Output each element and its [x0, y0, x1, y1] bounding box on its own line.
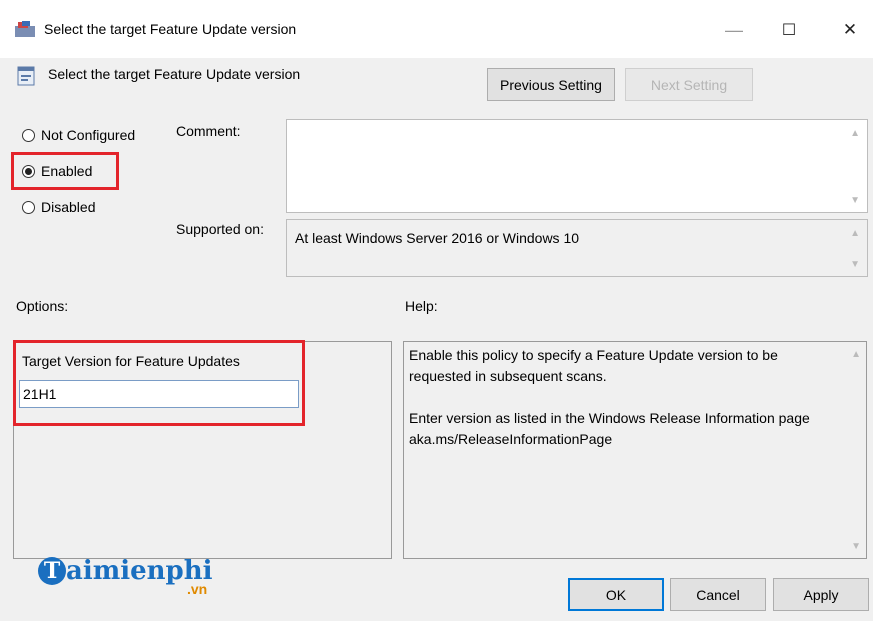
close-button[interactable]: ✕ [831, 14, 869, 46]
policy-setting-icon [17, 66, 35, 86]
radio-disabled[interactable]: Disabled [22, 199, 95, 215]
comment-textarea[interactable]: ▲ ▼ [286, 119, 868, 213]
cancel-button[interactable]: Cancel [670, 578, 766, 611]
scroll-down-icon[interactable]: ▼ [850, 195, 860, 206]
maximize-button[interactable]: ☐ [770, 14, 808, 46]
ok-button[interactable]: OK [568, 578, 664, 611]
options-highlight-box [13, 340, 305, 426]
scroll-up-icon[interactable]: ▲ [850, 228, 860, 239]
radio-label: Disabled [41, 199, 96, 215]
scroll-down-icon[interactable]: ▼ [850, 259, 860, 270]
apply-button[interactable]: Apply [773, 578, 869, 611]
previous-setting-button[interactable]: Previous Setting [487, 68, 615, 101]
radio-not-configured[interactable]: Not Configured [22, 127, 135, 143]
next-setting-button[interactable]: Next Setting [625, 68, 753, 101]
group-policy-app-icon [15, 21, 35, 37]
scroll-up-icon[interactable]: ▲ [850, 128, 860, 139]
policy-title: Select the target Feature Update version [48, 66, 301, 82]
radio-label: Not Configured [41, 127, 136, 143]
logo-letter-icon: T [38, 557, 66, 585]
radio-circle [22, 128, 35, 142]
supported-on-box: At least Windows Server 2016 or Windows … [286, 219, 868, 277]
scroll-down-icon[interactable]: ▼ [851, 541, 861, 552]
window-title: Select the target Feature Update version [44, 21, 297, 37]
help-text: Enable this policy to specify a Feature … [409, 347, 810, 447]
logo-domain: .vn [187, 581, 208, 597]
help-label: Help: [405, 298, 438, 314]
enabled-highlight-box [11, 152, 119, 190]
comment-label: Comment: [176, 123, 241, 139]
scroll-up-icon[interactable]: ▲ [851, 349, 861, 360]
supported-on-value: At least Windows Server 2016 or Windows … [295, 230, 580, 246]
minimize-button[interactable]: — [715, 14, 753, 46]
help-panel: Enable this policy to specify a Feature … [403, 341, 867, 559]
radio-circle [22, 200, 35, 214]
supported-on-label: Supported on: [176, 221, 264, 237]
options-label: Options: [16, 298, 69, 314]
